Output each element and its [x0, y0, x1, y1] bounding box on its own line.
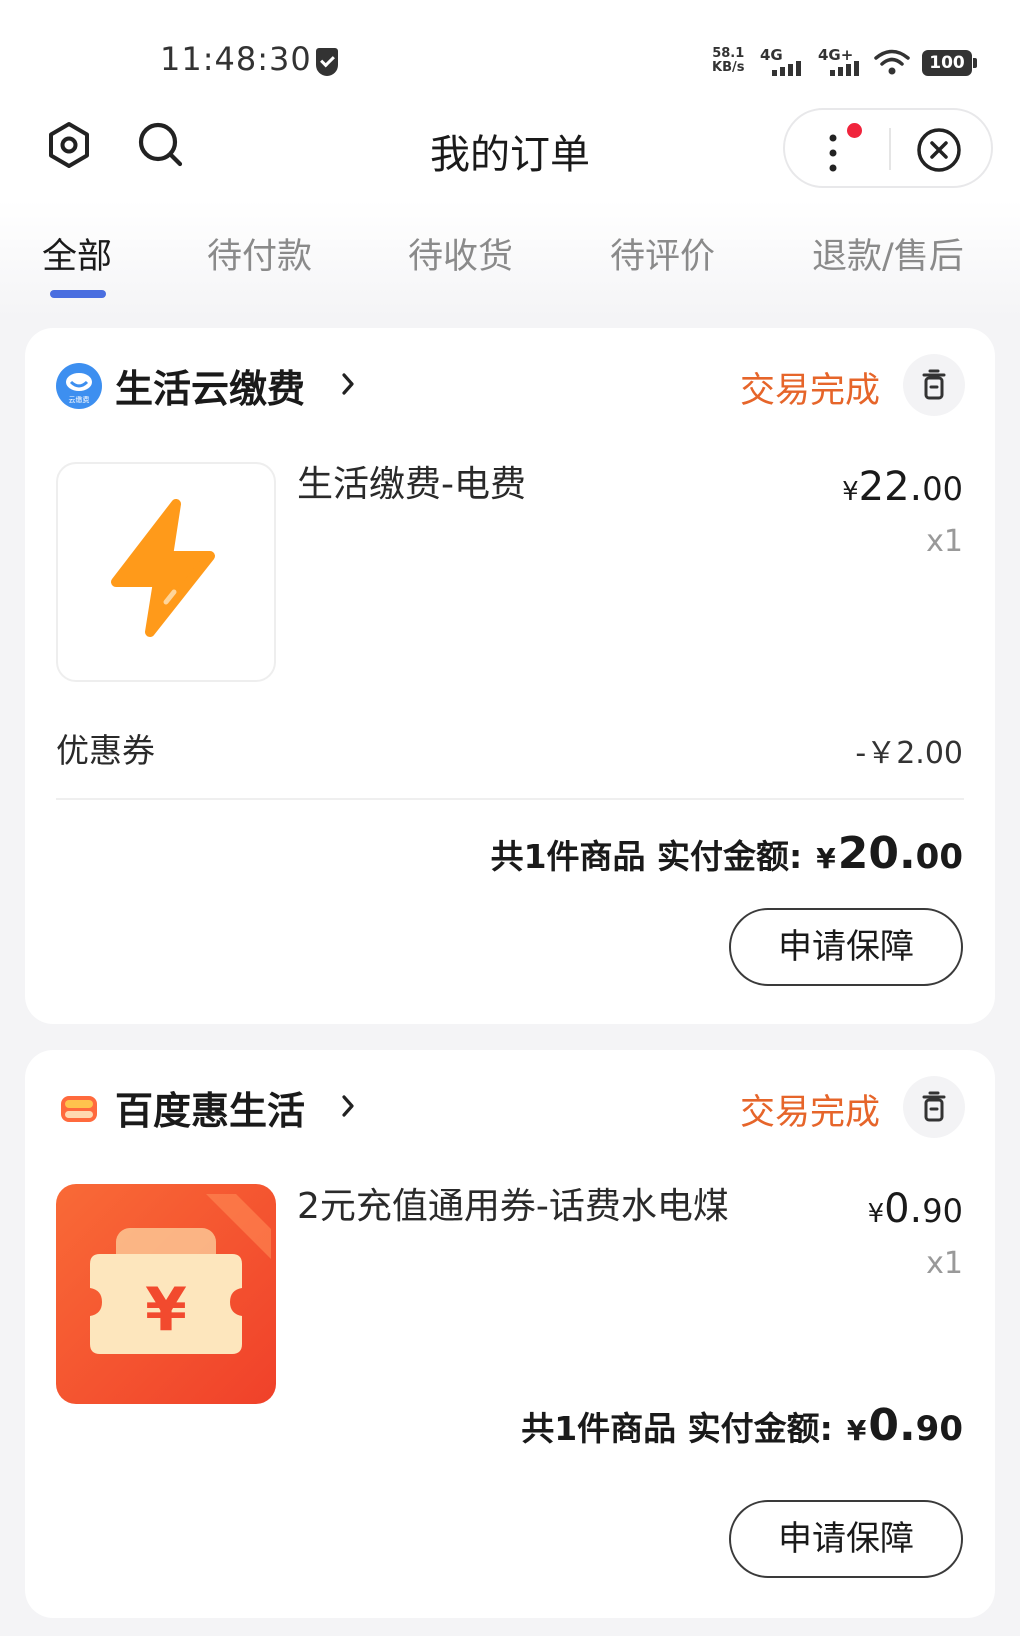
- price-integer: 0.: [884, 1186, 923, 1232]
- tab-pending-payment[interactable]: 待付款: [207, 228, 312, 279]
- total-label: 共1件商品 实付金额:: [490, 837, 803, 876]
- shield-check-icon: [316, 48, 338, 76]
- active-tab-indicator: [50, 290, 106, 298]
- cloud-pay-logo-icon: 云缴费: [56, 363, 102, 409]
- apply-guarantee-button[interactable]: 申请保障: [729, 908, 963, 986]
- product-title[interactable]: 2元充值通用券-话费水电煤: [297, 1180, 777, 1234]
- lightning-icon: [111, 499, 215, 637]
- tab-pending-receipt[interactable]: 待收货: [408, 228, 513, 279]
- price-decimal: 00: [922, 470, 963, 508]
- total-currency: ¥: [816, 842, 836, 875]
- network-speed: 58.1 KB/s: [712, 47, 744, 75]
- price-currency: ¥: [867, 1199, 885, 1229]
- notification-dot: [847, 123, 862, 138]
- order-card[interactable]: 云缴费 生活云缴费 交易完成 生活缴费-电费 ¥22.00 x1 优惠券 -￥2…: [25, 328, 995, 1024]
- product-price: ¥22.00: [842, 464, 963, 510]
- yen-ticket-icon: ¥: [90, 1194, 271, 1354]
- order-total: 共1件商品 实付金额: ¥20. 00: [491, 828, 963, 879]
- tab-pending-review[interactable]: 待评价: [610, 228, 715, 279]
- order-total: 共1件商品 实付金额: ¥0. 90: [521, 1400, 963, 1451]
- shop-name[interactable]: 生活云缴费: [115, 358, 305, 413]
- total-integer: 20.: [837, 828, 916, 879]
- product-image[interactable]: ¥: [56, 1184, 276, 1404]
- capsule-divider: [889, 128, 891, 170]
- price-integer: 22.: [858, 464, 923, 510]
- status-bar: 11:48:30 58.1 KB/s 4G 4G+ 100: [0, 0, 1020, 100]
- total-integer: 0.: [868, 1400, 916, 1451]
- cloud-pay-logo-text: 云缴费: [69, 395, 90, 404]
- order-status: 交易完成: [739, 1093, 880, 1133]
- total-label: 共1件商品 实付金额:: [521, 1409, 833, 1448]
- product-quantity: x1: [926, 524, 963, 559]
- delete-order-button[interactable]: [903, 1076, 965, 1138]
- baidu-life-logo-icon: [61, 1096, 97, 1122]
- trash-icon: [922, 369, 946, 400]
- total-decimal: 00: [915, 837, 963, 877]
- close-icon[interactable]: [915, 126, 963, 174]
- product-price: ¥0.90: [868, 1186, 963, 1232]
- trash-icon: [922, 1091, 946, 1122]
- svg-text:¥: ¥: [145, 1275, 187, 1345]
- divider: [56, 798, 964, 800]
- price-currency: ¥: [842, 477, 859, 507]
- network-speed-value: 58.1: [712, 46, 745, 61]
- order-card[interactable]: 百度惠生活 交易完成 ¥ 2元充值通用券-话费水电煤 ¥0.90 x1 共1件商…: [25, 1050, 995, 1618]
- more-icon[interactable]: [825, 132, 845, 176]
- wifi-icon: [874, 49, 910, 75]
- product-quantity: x1: [926, 1246, 963, 1281]
- coupon-label: 优惠券: [56, 731, 155, 770]
- total-decimal: 90: [915, 1409, 963, 1449]
- tab-refund-aftersale[interactable]: 退款/售后: [812, 228, 964, 279]
- price-decimal: 90: [922, 1192, 963, 1230]
- network-speed-unit: KB/s: [712, 60, 745, 75]
- apply-guarantee-button[interactable]: 申请保障: [729, 1500, 963, 1578]
- order-status: 交易完成: [739, 371, 880, 411]
- chevron-right-icon[interactable]: [341, 372, 355, 396]
- status-time: 11:48:30: [160, 40, 312, 78]
- tab-all[interactable]: 全部: [42, 228, 112, 279]
- header: 我的订单: [0, 100, 1020, 200]
- signal-icon: 4G: [760, 46, 808, 78]
- mini-app-capsule: [783, 108, 993, 188]
- shop-logo: [55, 1084, 103, 1132]
- order-tabs: 全部 待付款 待收货 待评价 退款/售后: [0, 210, 1020, 300]
- signal-icon: 4G+: [818, 46, 866, 78]
- total-currency: ¥: [846, 1414, 867, 1447]
- battery-icon: 100: [922, 50, 977, 76]
- chevron-right-icon[interactable]: [341, 1094, 355, 1118]
- product-image[interactable]: [56, 462, 276, 682]
- shop-logo: 云缴费: [55, 362, 103, 410]
- shop-name[interactable]: 百度惠生活: [115, 1080, 305, 1135]
- coupon-value: -￥2.00: [855, 736, 963, 771]
- delete-order-button[interactable]: [903, 354, 965, 416]
- product-title[interactable]: 生活缴费-电费: [297, 458, 777, 512]
